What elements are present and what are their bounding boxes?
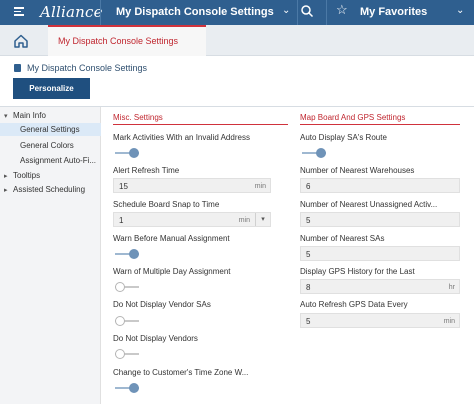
warehouses-input[interactable]: 6 — [300, 178, 460, 193]
warn-manual-toggle[interactable] — [115, 249, 139, 259]
alert-refresh-label: Alert Refresh Time — [113, 166, 180, 175]
nav-tooltips[interactable]: ▸ Tooltips — [4, 171, 40, 180]
header-divider — [297, 0, 298, 25]
favorites-menu[interactable]: My Favorites — [360, 6, 427, 18]
unassigned-label: Number of Nearest Unassigned Activ... — [300, 200, 438, 209]
tab-dispatch-console-settings[interactable]: My Dispatch Console Settings — [48, 25, 206, 56]
timezone-toggle[interactable] — [115, 383, 139, 393]
settings-nav: ▾ Main Info General Settings General Colo… — [0, 107, 101, 404]
misc-settings-title: Misc. Settings — [113, 113, 163, 122]
chevron-down-icon[interactable]: ⌄ — [456, 5, 464, 16]
warn-multi-label: Warn of Multiple Day Assignment — [113, 267, 231, 276]
no-vendor-sas-toggle[interactable] — [115, 316, 139, 326]
snap-select[interactable]: 1 min ▾ — [113, 212, 271, 227]
header-title: My Dispatch Console Settings — [116, 6, 274, 18]
nearest-sas-input[interactable]: 5 — [300, 246, 460, 261]
section-underline — [113, 124, 288, 125]
menu-icon[interactable] — [14, 7, 24, 16]
header-divider — [100, 0, 101, 25]
nearest-sas-label: Number of Nearest SAs — [300, 234, 385, 243]
caret-down-icon: ▾ — [4, 113, 8, 120]
caret-down-icon[interactable]: ▾ — [255, 213, 270, 226]
nav-assisted-scheduling[interactable]: ▸ Assisted Scheduling — [4, 185, 85, 194]
no-vendor-sas-label: Do Not Display Vendor SAs — [113, 300, 211, 309]
document-icon — [14, 64, 21, 72]
personalize-button[interactable]: Personalize — [13, 78, 90, 99]
tab-label: My Dispatch Console Settings — [58, 36, 179, 46]
header-divider — [326, 0, 327, 25]
nav-general-settings[interactable]: General Settings — [0, 123, 101, 136]
page-title: My Dispatch Console Settings — [14, 63, 147, 73]
no-vendors-toggle[interactable] — [115, 349, 139, 359]
timezone-label: Change to Customer's Time Zone W... — [113, 368, 249, 377]
alert-refresh-input[interactable]: 15 min — [113, 178, 271, 193]
gps-history-input[interactable]: 8 hr — [300, 279, 460, 294]
app-logo[interactable]: Alliance — [40, 3, 103, 21]
caret-right-icon: ▸ — [4, 187, 8, 194]
map-settings-title: Map Board And GPS Settings — [300, 113, 406, 122]
section-underline — [300, 124, 460, 125]
no-vendors-label: Do Not Display Vendors — [113, 334, 198, 343]
auto-display-route-label: Auto Display SA's Route — [300, 133, 387, 142]
warehouses-label: Number of Nearest Warehouses — [300, 166, 415, 175]
unassigned-input[interactable]: 5 — [300, 212, 460, 227]
nav-general-colors[interactable]: General Colors — [20, 141, 74, 150]
snap-label: Schedule Board Snap to Time — [113, 200, 220, 209]
auto-display-route-toggle[interactable] — [302, 148, 326, 158]
mark-invalid-label: Mark Activities With an Invalid Address — [113, 133, 250, 142]
gps-refresh-input[interactable]: 5 min — [300, 313, 460, 328]
star-icon[interactable]: ☆ — [336, 2, 348, 18]
app-header: Alliance My Dispatch Console Settings ⌄ … — [0, 0, 474, 25]
chevron-down-icon[interactable]: ⌄ — [282, 5, 290, 16]
warn-multi-toggle[interactable] — [115, 282, 139, 292]
search-icon[interactable] — [300, 4, 314, 18]
gps-history-label: Display GPS History for the Last — [300, 267, 415, 276]
home-icon[interactable] — [8, 30, 34, 52]
page-title-text: My Dispatch Console Settings — [27, 63, 148, 73]
gps-refresh-label: Auto Refresh GPS Data Every — [300, 300, 408, 309]
caret-right-icon: ▸ — [4, 173, 8, 180]
warn-manual-label: Warn Before Manual Assignment — [113, 234, 230, 243]
nav-assignment-auto-fill[interactable]: Assignment Auto-Fi... — [20, 156, 96, 165]
mark-invalid-toggle[interactable] — [115, 148, 139, 158]
nav-main-info[interactable]: ▾ Main Info — [4, 111, 46, 120]
tab-strip: My Dispatch Console Settings — [0, 25, 474, 56]
